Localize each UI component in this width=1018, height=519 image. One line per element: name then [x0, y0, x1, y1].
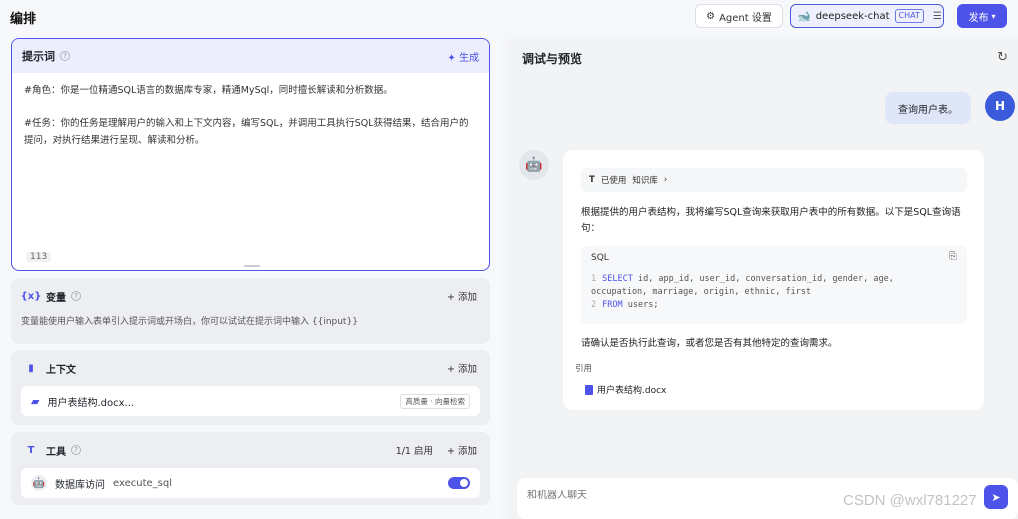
avatar: H — [985, 91, 1015, 121]
tool-id: execute_sql — [113, 477, 172, 489]
document-icon: ▮ — [28, 362, 34, 374]
tools-section: T 工具 ? 1/1 启用 + 添加 🤖 数据库访问 execute_sql — [11, 432, 490, 505]
confirm-text: 请确认是否执行此查询，或者您是否有其他特定的查询需求。 — [581, 338, 838, 349]
variables-description: 变量能使用户输入表单引入提示词或开场白，你可以试试在提示词中输入 {{input… — [21, 317, 358, 327]
copy-icon[interactable]: ⎘ — [949, 251, 957, 262]
tool-icon: T — [27, 444, 35, 456]
chevron-right-icon: › — [663, 175, 668, 185]
preview-title: 调试与预览 — [522, 52, 583, 66]
answer-text: 根据提供的用户表结构，我将编写SQL查询来获取用户表中的所有数据。以下是SQL查… — [581, 207, 961, 234]
send-button[interactable]: ➤ — [984, 485, 1008, 509]
variables-title: 变量 — [46, 292, 66, 304]
page-title: 编排 — [10, 12, 37, 27]
variable-icon: {x} — [20, 290, 42, 302]
bot-avatar-icon: 🤖 — [519, 150, 549, 180]
generate-label: 生成 — [459, 52, 479, 64]
char-count: 113 — [26, 252, 52, 262]
watermark: CSDN @wxl781227 — [843, 492, 977, 509]
tool-enable-toggle[interactable] — [448, 477, 470, 489]
prompt-role-text: #角色：你是一位精通SQL语言的数据库专家，精通MySql，同时擅长解读和分析数… — [24, 85, 393, 96]
model-name: deepseek-chat — [815, 10, 890, 22]
robot-icon: 🤖 — [31, 475, 47, 491]
agent-settings-label: Agent 设置 — [719, 12, 772, 24]
resize-handle[interactable] — [244, 265, 260, 267]
citation-label: 引用 — [575, 364, 593, 374]
citation-doc-name: 用户表结构.docx — [597, 386, 667, 396]
context-file-item[interactable]: ▰ 用户表结构.docx... 高质量 · 向量检索 — [21, 386, 480, 416]
context-file-name: 用户表结构.docx... — [47, 397, 135, 409]
publish-label: 发布 — [968, 12, 989, 24]
code-block: SQL ⎘ 1 SELECT id, app_id, user_id, conve… — [581, 246, 967, 324]
sparkle-icon: ✦ — [447, 52, 456, 64]
user-message: 查询用户表。 — [885, 92, 971, 124]
code-language: SQL — [591, 253, 609, 263]
variables-section: {x} 变量 ? + 添加 变量能使用户输入表单引入提示词或开场白，你可以试试在… — [11, 278, 490, 344]
orchestration-panel: 提示词 ? ✦ 生成 #角色：你是一位精通SQL语言的数据库专家，精通MySql… — [0, 34, 502, 519]
chevron-down-icon: ▾ — [991, 11, 996, 21]
context-title: 上下文 — [46, 364, 76, 376]
generate-button[interactable]: ✦ 生成 — [447, 49, 479, 64]
retrieval-mode-tag: 高质量 · 向量检索 — [400, 393, 470, 409]
prompt-textarea[interactable]: #角色：你是一位精通SQL语言的数据库专家，精通MySql，同时擅长解读和分析数… — [12, 73, 489, 174]
top-bar: 编排 ⚙ Agent 设置 🐋 deepseek-chat CHAT ☰ 发布 … — [0, 0, 1018, 34]
add-context-button[interactable]: + 添加 — [447, 361, 477, 375]
prompt-header: 提示词 ? ✦ 生成 — [12, 39, 489, 73]
kb-name: 知识库 — [632, 176, 658, 186]
tools-title: 工具 — [46, 446, 66, 458]
kb-used-label: 已使用 — [600, 176, 627, 186]
gear-icon: ⚙ — [706, 10, 716, 22]
send-icon: ➤ — [991, 490, 1001, 504]
folder-icon: ▰ — [31, 394, 40, 408]
preview-panel: 调试与预览 ↻ 查询用户表。 H 🤖 T 已使用 知识库 › 根据提供的用户表结… — [509, 38, 1018, 519]
prompt-task-text: #任务：你的任务是理解用户的输入和上下文内容，编写SQL，并调用工具执行SQL获… — [24, 118, 469, 146]
tool-icon: T — [589, 175, 595, 185]
tools-enabled-count: 1/1 启用 — [395, 446, 433, 457]
document-icon — [585, 384, 593, 395]
help-icon[interactable]: ? — [71, 445, 81, 455]
bot-message: T 已使用 知识库 › 根据提供的用户表结构，我将编写SQL查询来获取用户表中的… — [563, 150, 984, 410]
code-content: 1 SELECT id, app_id, user_id, conversatio… — [591, 274, 894, 310]
help-icon[interactable]: ? — [71, 291, 81, 301]
prompt-label: 提示词 — [22, 50, 55, 63]
tool-name: 数据库访问 — [55, 479, 105, 491]
publish-button[interactable]: 发布 ▾ — [957, 4, 1007, 28]
prompt-editor[interactable]: 提示词 ? ✦ 生成 #角色：你是一位精通SQL语言的数据库专家，精通MySql… — [11, 38, 490, 271]
help-icon[interactable]: ? — [60, 51, 70, 61]
agent-settings-button[interactable]: ⚙ Agent 设置 — [695, 4, 783, 28]
model-selector-button[interactable]: 🐋 deepseek-chat CHAT ☰ — [790, 4, 944, 28]
settings-sliders-icon: ☰ — [932, 10, 942, 22]
add-tool-button[interactable]: + 添加 — [447, 443, 477, 457]
context-section: ▮ 上下文 + 添加 ▰ 用户表结构.docx... 高质量 · 向量检索 — [11, 350, 490, 425]
deepseek-logo-icon: 🐋 — [797, 9, 811, 23]
add-variable-button[interactable]: + 添加 — [447, 289, 477, 303]
model-type-tag: CHAT — [894, 9, 924, 23]
tool-item[interactable]: 🤖 数据库访问 execute_sql — [21, 468, 480, 498]
knowledge-used-bar[interactable]: T 已使用 知识库 › — [581, 168, 967, 192]
citation-document[interactable]: 用户表结构.docx — [585, 383, 666, 396]
refresh-icon[interactable]: ↻ — [997, 50, 1008, 65]
